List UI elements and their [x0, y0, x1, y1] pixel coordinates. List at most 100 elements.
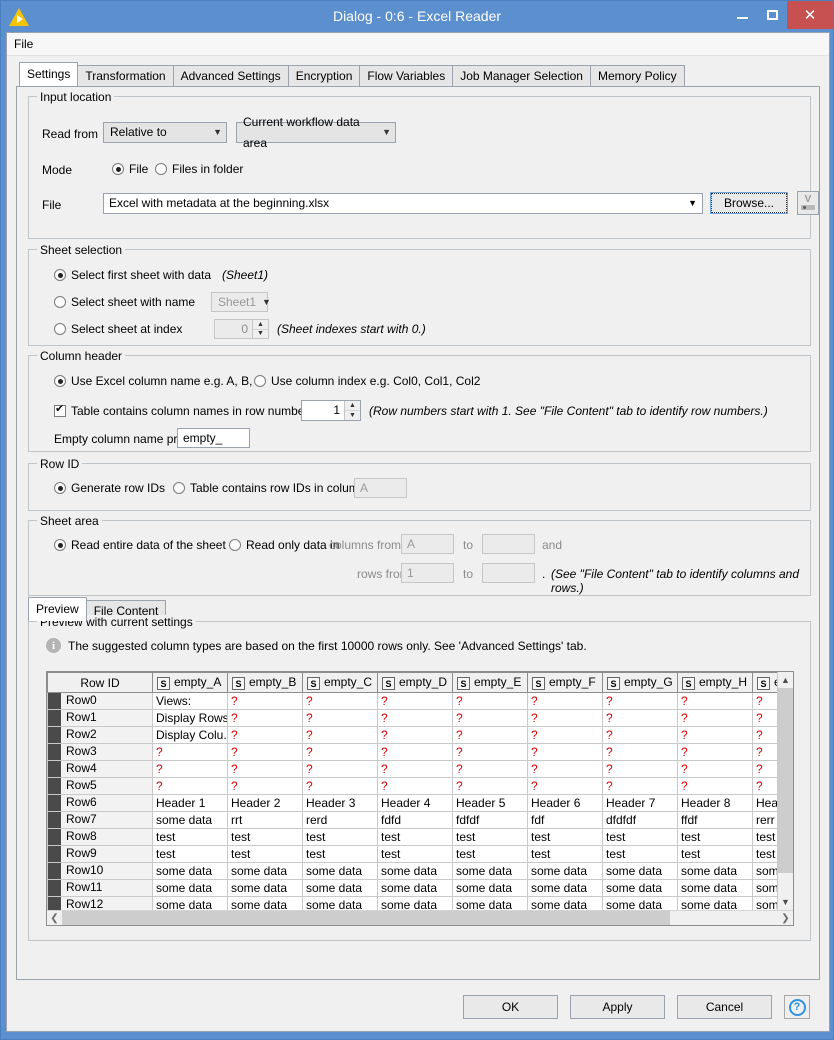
- use-excel-column-name-radio[interactable]: Use Excel column name e.g. A, B, C: [54, 374, 264, 388]
- preview-header-empty_D[interactable]: Sempty_D: [377, 672, 453, 693]
- select-sheet-with-name-radio[interactable]: Select sheet with name: [54, 295, 195, 309]
- table-contains-column-names-checkbox[interactable]: Table contains column names in row numbe…: [54, 403, 308, 418]
- table-cell: ?: [377, 692, 453, 710]
- table-cell: some data: [527, 862, 603, 880]
- scroll-left-icon[interactable]: ❮: [47, 911, 62, 925]
- preview-horizontal-scrollbar[interactable]: ❮ ❯: [47, 910, 793, 925]
- maximize-button[interactable]: [757, 1, 787, 29]
- menu-item-file[interactable]: File: [7, 35, 40, 53]
- table-cell: fdf: [527, 811, 603, 829]
- string-type-icon: S: [682, 676, 695, 690]
- generate-row-ids-radio[interactable]: Generate row IDs: [54, 481, 165, 495]
- table-cell: ?: [677, 760, 753, 778]
- columns-to-input[interactable]: [482, 534, 535, 554]
- table-cell: ?: [527, 726, 603, 744]
- vertical-scroll-track[interactable]: [778, 873, 793, 894]
- relative-to-select[interactable]: Current workflow data area ▼: [236, 115, 396, 150]
- row-id-column-input[interactable]: A: [354, 478, 407, 498]
- tab-flow-variables[interactable]: Flow Variables: [359, 65, 454, 86]
- preview-header-empty_G[interactable]: Sempty_G: [602, 672, 678, 693]
- select-first-sheet-radio[interactable]: Select first sheet with data: [54, 268, 211, 282]
- preview-header-empty_C[interactable]: Sempty_C: [302, 672, 378, 693]
- tab-advanced-settings[interactable]: Advanced Settings: [172, 65, 289, 86]
- table-cell: some data: [677, 862, 753, 880]
- read-from-select[interactable]: Relative to ▼: [103, 122, 227, 143]
- preview-vertical-scrollbar[interactable]: ▲ ▼: [777, 672, 793, 910]
- tab-transformation[interactable]: Transformation: [77, 65, 174, 86]
- checkbox-box-icon: [54, 403, 66, 417]
- table-row[interactable]: Row1 Display Rows????????: [47, 709, 777, 727]
- preview-header-empty_A[interactable]: Sempty_A: [152, 672, 228, 693]
- sheet-name-select[interactable]: Sheet1 ▼: [211, 292, 271, 312]
- table-row[interactable]: Row10 some data some data some data some dat…: [47, 862, 777, 880]
- empty-column-prefix-input[interactable]: empty_: [177, 428, 250, 448]
- first-sheet-hint: (Sheet1): [222, 268, 269, 282]
- rows-from-input[interactable]: 1: [401, 563, 454, 583]
- rows-to-input[interactable]: [482, 563, 535, 583]
- table-row[interactable]: Row2 Display Colu...????????: [47, 726, 777, 744]
- tab-encryption[interactable]: Encryption: [287, 65, 361, 86]
- read-only-data-radio[interactable]: Read only data in: [229, 538, 339, 552]
- read-entire-sheet-radio[interactable]: Read entire data of the sheet: [54, 538, 226, 552]
- header-row-number-spinner[interactable]: 1 ▲ ▼: [301, 400, 361, 421]
- table-row[interactable]: Row3?????????: [47, 743, 777, 761]
- table-cell: test: [302, 845, 378, 863]
- missing-value: ?: [681, 694, 688, 708]
- missing-value: ?: [606, 728, 613, 742]
- scroll-right-icon[interactable]: ❯: [778, 911, 793, 925]
- tab-settings[interactable]: Settings: [19, 62, 79, 86]
- close-icon[interactable]: ✕: [787, 1, 833, 29]
- tab-job-manager-selection[interactable]: Job Manager Selection: [452, 65, 591, 86]
- preview-header-empty_H[interactable]: Sempty_H: [677, 672, 753, 693]
- table-row[interactable]: Row5?????????: [47, 777, 777, 795]
- table-row[interactable]: Row4?????????: [47, 760, 777, 778]
- columns-from-input[interactable]: A: [401, 534, 454, 554]
- mode-folder-radio[interactable]: Files in folder: [155, 162, 243, 176]
- flow-variable-icon[interactable]: V: [797, 191, 819, 215]
- table-row[interactable]: Row8 test test test test test test test test test: [47, 828, 777, 846]
- vertical-scroll-thumb[interactable]: [778, 688, 793, 873]
- preview-header-empty_E[interactable]: Sempty_E: [452, 672, 528, 693]
- table-cell: some data: [227, 896, 303, 910]
- browse-button[interactable]: Browse...: [710, 192, 788, 214]
- scroll-down-icon[interactable]: ▼: [778, 894, 793, 910]
- scroll-up-icon[interactable]: ▲: [778, 672, 793, 688]
- table-contains-row-ids-radio[interactable]: Table contains row IDs in column: [173, 481, 365, 495]
- ok-button[interactable]: OK: [463, 995, 558, 1019]
- row-color-swatch: [48, 710, 61, 726]
- use-column-index-radio[interactable]: Use column index e.g. Col0, Col1, Col2: [254, 374, 480, 388]
- tab-memory-policy[interactable]: Memory Policy: [589, 65, 685, 86]
- table-row[interactable]: Row6 Header 1 Header 2 Header 3 Header 4 Head…: [47, 794, 777, 812]
- read-only-data-label: Read only data in: [246, 538, 340, 552]
- apply-button[interactable]: Apply: [570, 995, 665, 1019]
- table-cell: ?: [152, 743, 228, 761]
- horizontal-scroll-thumb[interactable]: [62, 911, 670, 925]
- help-button[interactable]: ?: [784, 995, 810, 1019]
- preview-header-rowid[interactable]: Row ID: [47, 672, 153, 693]
- spinner-arrows[interactable]: ▲ ▼: [344, 401, 360, 420]
- preview-header-empty_I[interactable]: Sempty: [752, 672, 777, 693]
- table-row[interactable]: Row11 some data some data some data some dat…: [47, 879, 777, 897]
- select-sheet-at-index-radio[interactable]: Select sheet at index: [54, 322, 182, 336]
- table-row[interactable]: Row9 test test test test test test test test test: [47, 845, 777, 863]
- preview-info-row: i The suggested column types are based o…: [46, 638, 587, 653]
- preview-header-empty_F[interactable]: Sempty_F: [527, 672, 603, 693]
- table-cell: ?: [227, 777, 303, 795]
- table-row[interactable]: Row0 Views:????????: [47, 692, 777, 710]
- tab-preview[interactable]: Preview: [28, 597, 87, 621]
- horizontal-scroll-track[interactable]: [670, 911, 778, 925]
- spinner-arrows[interactable]: ▲ ▼: [252, 320, 268, 338]
- preview-header-empty_B[interactable]: Sempty_B: [227, 672, 303, 693]
- window-title: Dialog - 0:6 - Excel Reader: [332, 8, 502, 24]
- table-cell: ?: [752, 726, 777, 744]
- file-path-input[interactable]: Excel with metadata at the beginning.xls…: [103, 193, 703, 214]
- mode-file-radio[interactable]: File: [112, 162, 148, 176]
- table-row[interactable]: Row7 some data rrt rerd fdfd fdfdf fdf dfdfdf ff…: [47, 811, 777, 829]
- table-cell: Display Colu...: [152, 726, 228, 744]
- table-row[interactable]: Row12 some data some data some data some dat…: [47, 896, 777, 910]
- sheet-index-spinner[interactable]: 0 ▲ ▼: [214, 319, 269, 339]
- minimize-button[interactable]: [727, 1, 757, 29]
- table-cell: test: [527, 828, 603, 846]
- table-cell: some data: [227, 862, 303, 880]
- cancel-button[interactable]: Cancel: [677, 995, 772, 1019]
